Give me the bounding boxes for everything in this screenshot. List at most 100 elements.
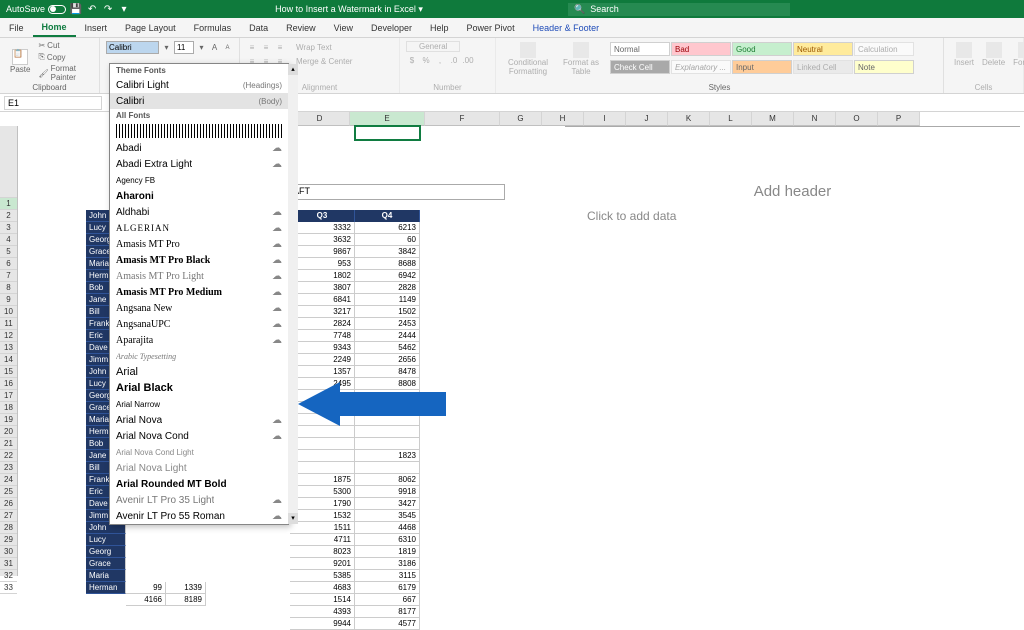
row-header-7[interactable]: 7 [0, 270, 17, 282]
font-option[interactable]: Aparajita☁ [110, 332, 288, 348]
data-cell[interactable] [355, 462, 420, 474]
data-cell[interactable]: 2656 [355, 354, 420, 366]
data-cell[interactable]: 4166 [126, 594, 166, 606]
row-header-20[interactable]: 20 [0, 426, 17, 438]
font-option[interactable]: Amasis MT Pro Light☁ [110, 268, 288, 284]
data-cell[interactable]: 9944 [290, 618, 355, 630]
row-header-23[interactable]: 23 [0, 462, 17, 474]
data-cell[interactable]: 3115 [355, 570, 420, 582]
row-header-12[interactable]: 12 [0, 330, 17, 342]
data-cell[interactable]: 8062 [355, 474, 420, 486]
data-cell[interactable]: 1532 [290, 510, 355, 522]
row-header-24[interactable]: 24 [0, 474, 17, 486]
search-box[interactable]: 🔍 Search [568, 3, 790, 16]
data-cell[interactable]: 8189 [166, 594, 206, 606]
font-option[interactable]: Arabic Typesetting [110, 348, 288, 364]
data-cell[interactable] [290, 438, 355, 450]
data-cell[interactable]: 4577 [355, 618, 420, 630]
row-header-21[interactable]: 21 [0, 438, 17, 450]
row-header-14[interactable]: 14 [0, 354, 17, 366]
row-header-16[interactable]: 16 [0, 378, 17, 390]
row-header-28[interactable]: 28 [0, 522, 17, 534]
row-header-33[interactable]: 33 [0, 582, 17, 594]
data-cell[interactable]: 1819 [355, 546, 420, 558]
font-option[interactable]: ALGERIAN☁ [110, 220, 288, 236]
redo-icon[interactable]: ↷ [102, 3, 114, 15]
row-header-3[interactable]: 3 [0, 222, 17, 234]
row-header-17[interactable]: 17 [0, 390, 17, 402]
style-note[interactable]: Note [854, 60, 914, 74]
header-input[interactable]: AFT [289, 184, 505, 200]
font-option[interactable]: Arial Nova Cond☁ [110, 428, 288, 444]
save-icon[interactable]: 💾 [70, 3, 82, 15]
grow-font-icon[interactable]: A [209, 42, 220, 54]
cut-button[interactable]: ✂Cut [38, 40, 93, 51]
font-option[interactable]: Arial Nova Cond Light [110, 444, 288, 460]
data-cell[interactable]: 1149 [355, 294, 420, 306]
data-cell[interactable]: 7748 [290, 330, 355, 342]
data-cell[interactable]: 8023 [290, 546, 355, 558]
data-cell[interactable]: 6310 [355, 534, 420, 546]
font-option[interactable]: Amasis MT Pro Medium☁ [110, 284, 288, 300]
font-option[interactable]: Angsana New☁ [110, 300, 288, 316]
data-cell[interactable]: 3807 [290, 282, 355, 294]
style-check-cell[interactable]: Check Cell [610, 60, 670, 74]
tab-header-footer[interactable]: Header & Footer [524, 18, 609, 37]
conditional-formatting-button[interactable]: Conditional Formatting [502, 40, 554, 79]
row-header-2[interactable]: 2 [0, 210, 17, 222]
merge-center-button[interactable]: Merge & Center [296, 57, 352, 66]
data-cell[interactable]: 2444 [355, 330, 420, 342]
data-cell[interactable]: 9201 [290, 558, 355, 570]
row-header-31[interactable]: 31 [0, 558, 17, 570]
font-option[interactable]: Abadi☁ [110, 140, 288, 156]
data-cell[interactable]: 6213 [355, 222, 420, 234]
scroll-up-icon[interactable]: ▴ [288, 64, 298, 75]
name-box[interactable]: E1 [4, 96, 102, 110]
row-header-11[interactable]: 11 [0, 318, 17, 330]
tab-developer[interactable]: Developer [362, 18, 421, 37]
qat-more-icon[interactable]: ▾ [118, 3, 130, 15]
add-data-placeholder[interactable]: Click to add data [587, 209, 676, 223]
data-cell[interactable]: 60 [355, 234, 420, 246]
data-cell[interactable]: 4683 [290, 582, 355, 594]
data-cell[interactable]: 4468 [355, 522, 420, 534]
font-dropdown[interactable]: Theme Fonts Calibri Light(Headings)Calib… [109, 63, 289, 525]
font-option[interactable]: Abadi Extra Light☁ [110, 156, 288, 172]
row-header-13[interactable]: 13 [0, 342, 17, 354]
font-option[interactable]: AngsanaUPC☁ [110, 316, 288, 332]
font-option[interactable]: Calibri Light(Headings) [110, 77, 288, 93]
name-cell[interactable]: Georg [86, 546, 126, 558]
shrink-font-icon[interactable]: A [222, 42, 233, 54]
row-header-10[interactable]: 10 [0, 306, 17, 318]
data-cell[interactable]: 6179 [355, 582, 420, 594]
data-cell[interactable]: 8177 [355, 606, 420, 618]
data-cell[interactable]: 5462 [355, 342, 420, 354]
selected-cell[interactable] [355, 126, 420, 140]
data-cell[interactable] [355, 426, 420, 438]
tab-file[interactable]: File [0, 18, 33, 37]
name-cell[interactable]: Lucy [86, 534, 126, 546]
row-header-18[interactable]: 18 [0, 402, 17, 414]
font-option[interactable]: Arial Nova☁ [110, 412, 288, 428]
tab-help[interactable]: Help [421, 18, 458, 37]
data-cell[interactable]: 3632 [290, 234, 355, 246]
data-cell[interactable]: 5385 [290, 570, 355, 582]
font-option[interactable]: Avenir LT Pro 55 Roman☁ [110, 508, 288, 524]
table-header[interactable]: Q4 [355, 210, 420, 222]
paste-button[interactable]: 📋 Paste [6, 40, 34, 83]
data-cell[interactable] [290, 426, 355, 438]
data-cell[interactable]: 6942 [355, 270, 420, 282]
data-cell[interactable]: 99 [126, 582, 166, 594]
data-cell[interactable]: 8478 [355, 366, 420, 378]
tab-power-pivot[interactable]: Power Pivot [458, 18, 524, 37]
data-cell[interactable]: 1875 [290, 474, 355, 486]
font-option[interactable]: Aharoni [110, 188, 288, 204]
delete-cells-button[interactable]: Delete [978, 40, 1009, 70]
row-header-29[interactable]: 29 [0, 534, 17, 546]
row-header-30[interactable]: 30 [0, 546, 17, 558]
data-cell[interactable]: 1790 [290, 498, 355, 510]
data-cell[interactable]: 2249 [290, 354, 355, 366]
row-header-32[interactable]: 32 [0, 570, 17, 582]
data-cell[interactable] [355, 438, 420, 450]
data-cell[interactable]: 1823 [355, 450, 420, 462]
